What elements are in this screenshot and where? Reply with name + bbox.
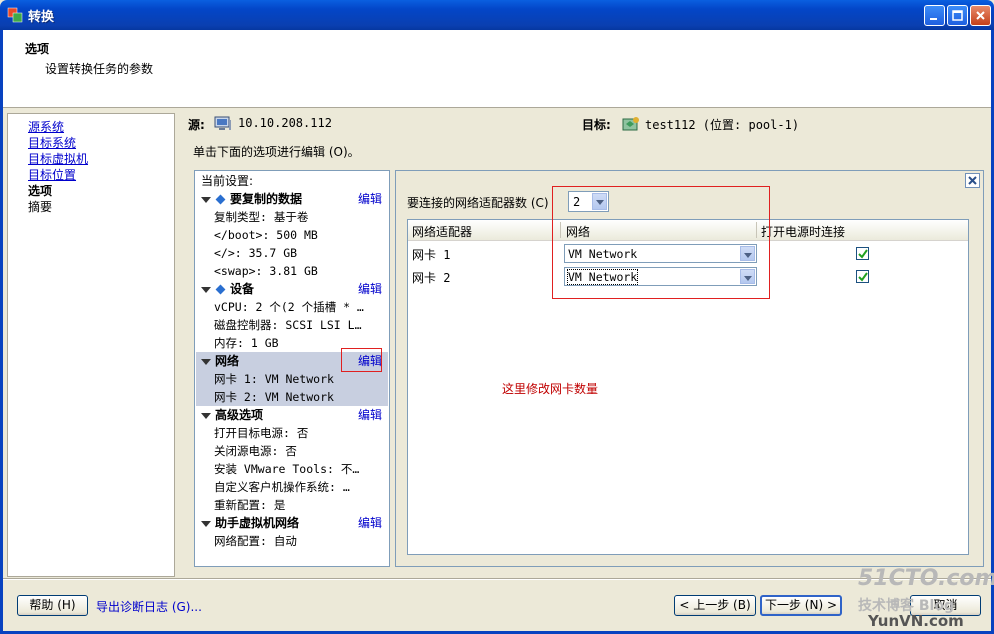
- minimize-button[interactable]: [924, 5, 945, 26]
- watermark-line-3: YunVN.com: [868, 612, 964, 630]
- wizard-header: 选项 设置转换任务的参数: [3, 30, 991, 108]
- table-cell-adapter: 网卡 2: [412, 271, 451, 285]
- column-header-adapter[interactable]: 网络适配器: [412, 223, 472, 240]
- setting-item: <swap>: 3.81 GB: [214, 264, 318, 278]
- connect-on-power-checkbox[interactable]: [856, 270, 869, 283]
- close-window-button[interactable]: [970, 5, 991, 26]
- adapter-count-label: 要连接的网络适配器数 (C): [407, 196, 549, 210]
- target-label: 目标:: [582, 118, 611, 132]
- section-title: 高级选项: [215, 408, 264, 422]
- table-cell-adapter: 网卡 1: [412, 248, 451, 262]
- setting-item: 安装 VMware Tools: 不…: [214, 462, 360, 476]
- maximize-button[interactable]: [947, 5, 968, 26]
- nav-item-target-vm[interactable]: 目标虚拟机: [28, 150, 88, 167]
- setting-item: </>: 35.7 GB: [214, 246, 298, 260]
- annotation-highlight-box: [341, 348, 382, 372]
- setting-item: 自定义客户机操作系统: …: [214, 480, 350, 494]
- collapse-arrow-icon[interactable]: [201, 196, 211, 203]
- next-button[interactable]: 下一步 (N) >: [760, 595, 842, 616]
- source-label: 源:: [188, 118, 205, 132]
- section-title: 网络: [215, 354, 240, 368]
- back-button[interactable]: < 上一步 (B): [674, 595, 756, 616]
- export-diagnostic-log-link[interactable]: 导出诊断日志 (G)...: [96, 598, 202, 615]
- footer-divider: [3, 578, 991, 580]
- section-title: 设备: [230, 282, 255, 296]
- computer-icon: [214, 116, 232, 135]
- watermark-line-1: 51CTO.com: [858, 566, 994, 591]
- setting-item: 重新配置: 是: [214, 498, 286, 512]
- collapse-arrow-icon[interactable]: [201, 412, 211, 419]
- converter-app-icon: [7, 7, 23, 23]
- title-bar[interactable]: 转换: [0, 0, 994, 30]
- setting-item: 网络配置: 自动: [214, 534, 297, 548]
- section-devices[interactable]: 设备 编辑: [195, 280, 389, 298]
- nav-item-target-location[interactable]: 目标位置: [28, 166, 76, 183]
- connect-on-power-checkbox[interactable]: [856, 247, 869, 260]
- section-title: 要复制的数据: [230, 192, 303, 206]
- setting-item: vCPU: 2 个(2 个插槽 * …: [214, 300, 364, 314]
- section-helper-vm-network[interactable]: 助手虚拟机网络 编辑: [195, 514, 389, 532]
- collapse-arrow-icon[interactable]: [201, 520, 211, 527]
- setting-item: </boot>: 500 MB: [214, 228, 318, 242]
- edit-helper-network-link[interactable]: 编辑: [358, 514, 382, 532]
- instruction-text: 单击下面的选项进行编辑 (O)。: [193, 145, 360, 159]
- collapse-arrow-icon[interactable]: [201, 358, 211, 365]
- setting-item: 网卡 2: VM Network: [214, 390, 334, 404]
- setting-item: 关闭源电源: 否: [214, 444, 297, 458]
- setting-item: 内存: 1 GB: [214, 336, 279, 350]
- nav-item-options: 选项: [28, 184, 53, 198]
- help-button[interactable]: 帮助 (H): [17, 595, 88, 616]
- section-data-to-copy[interactable]: 要复制的数据 编辑: [195, 190, 389, 208]
- setting-item: 磁盘控制器: SCSI LSI L…: [214, 318, 362, 332]
- status-diamond-icon: [215, 284, 226, 295]
- setting-item: 打开目标电源: 否: [214, 426, 309, 440]
- target-value: test112 (位置: pool-1): [645, 118, 800, 132]
- column-header-connect[interactable]: 打开电源时连接: [761, 223, 845, 240]
- page-title: 选项: [25, 42, 50, 56]
- nav-item-target-system[interactable]: 目标系统: [28, 134, 76, 151]
- wizard-steps-nav: 源系统 目标系统 目标虚拟机 目标位置 选项 摘要: [7, 113, 175, 577]
- source-value: 10.10.208.112: [238, 116, 332, 130]
- nav-item-summary: 摘要: [28, 200, 53, 214]
- close-panel-icon[interactable]: [965, 173, 980, 188]
- edit-advanced-link[interactable]: 编辑: [358, 406, 382, 424]
- annotation-highlight-box: [552, 186, 770, 299]
- annotation-text: 这里修改网卡数量: [502, 382, 599, 396]
- section-advanced[interactable]: 高级选项 编辑: [195, 406, 389, 424]
- window-title: 转换: [28, 10, 55, 25]
- edit-devices-link[interactable]: 编辑: [358, 280, 382, 298]
- edit-data-link[interactable]: 编辑: [358, 190, 382, 208]
- collapse-arrow-icon[interactable]: [201, 286, 211, 293]
- vm-host-icon: [622, 116, 640, 135]
- status-diamond-icon: [215, 194, 226, 205]
- setting-item: 复制类型: 基于卷: [214, 210, 309, 224]
- nav-item-source-system[interactable]: 源系统: [28, 118, 64, 135]
- setting-item: 网卡 1: VM Network: [214, 372, 334, 386]
- section-title: 助手虚拟机网络: [215, 516, 300, 530]
- settings-header: 当前设置:: [201, 174, 254, 188]
- page-subtitle: 设置转换任务的参数: [45, 62, 154, 76]
